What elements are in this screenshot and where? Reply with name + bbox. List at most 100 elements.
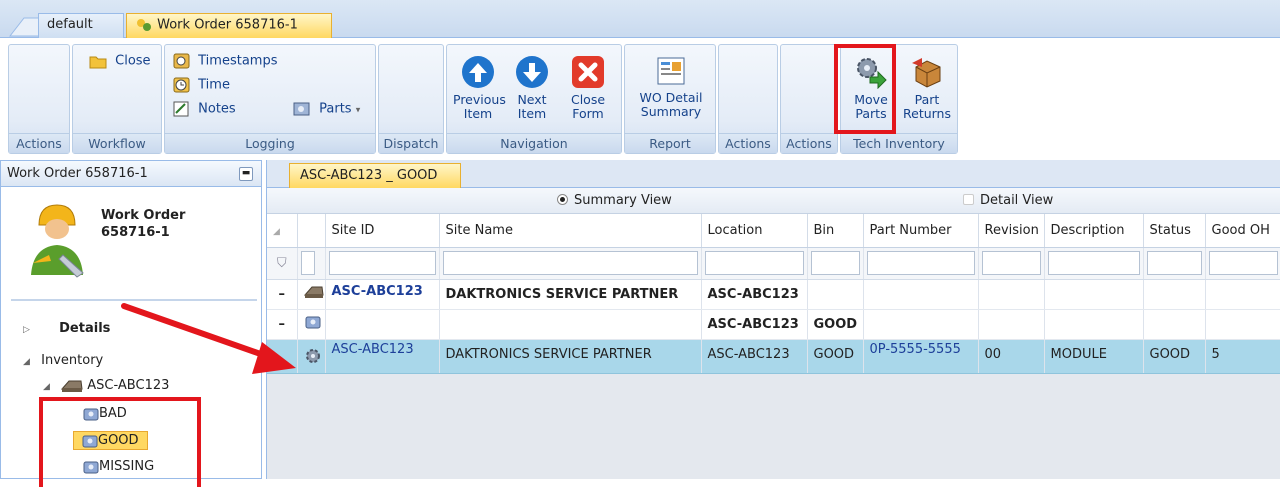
close-button[interactable]: Close (89, 53, 151, 69)
ribbon-group-navigation: Previous Item Next Item Close Form Navig… (446, 44, 622, 154)
technician-avatar-icon (31, 204, 84, 278)
filter-revision[interactable] (978, 247, 1045, 280)
close-form-button[interactable]: Close Form (563, 55, 613, 121)
collapse-group-button[interactable]: – (267, 309, 298, 340)
part-returns-box-icon (912, 58, 941, 88)
summary-view-radio[interactable]: Summary View (557, 193, 672, 208)
row-spacer (267, 339, 298, 374)
timestamps-label: Timestamps (198, 53, 278, 69)
collapse-group-button[interactable]: – (267, 279, 298, 310)
filter-bin[interactable] (807, 247, 864, 280)
column-header-location[interactable]: Location (701, 214, 808, 248)
cell-site-name: DAKTRONICS SERVICE PARTNER (439, 339, 702, 374)
ribbon-group-actions-3: Actions (780, 44, 838, 154)
tree-item-inventory-label: Inventory (41, 353, 104, 368)
group-row-site[interactable]: – ASC-ABC123 DAKTRONICS SERVICE PARTNER … (267, 279, 1280, 310)
cell-part-number[interactable]: 0P-5555-5555 (863, 339, 979, 374)
row-icon-cell (297, 339, 326, 374)
chevron-right-icon: ▷ (23, 325, 30, 335)
column-header-good-oh[interactable]: Good OH (1205, 214, 1280, 248)
ribbon-group-label: Navigation (447, 133, 621, 153)
radio-unselected-icon (963, 194, 974, 205)
column-header-bin[interactable]: Bin (807, 214, 864, 248)
collapse-icon[interactable]: ▬ (239, 167, 253, 181)
chevron-down-icon: ▾ (355, 105, 361, 116)
arrow-down-icon (516, 56, 548, 88)
tab-work-order-label: Work Order 658716-1 (157, 17, 298, 33)
expanded-arrow-icon: ◢ (23, 357, 30, 367)
work-order-title-line-2: 658716-1 (101, 225, 170, 240)
main-content: ASC-ABC123 _ GOOD Summary View Detail Vi… (266, 160, 1280, 479)
tab-bin-good[interactable]: ASC-ABC123 _ GOOD (289, 163, 461, 188)
group-site-name: DAKTRONICS SERVICE PARTNER (439, 279, 702, 310)
row-icon-header (297, 214, 326, 248)
ribbon-group-workflow: Close Workflow (72, 44, 162, 154)
previous-item-label-2: Item (463, 106, 493, 121)
filter-site-name[interactable] (439, 247, 702, 280)
filter-part-number[interactable] (863, 247, 979, 280)
filter-location[interactable] (701, 247, 808, 280)
time-button[interactable]: Time (173, 77, 230, 93)
ribbon-group-label: Tech Inventory (841, 133, 957, 153)
clock-icon (173, 77, 190, 93)
ribbon-group-logging: Timestamps Time Notes Parts ▾ Logging (164, 44, 376, 154)
panel-divider (11, 299, 257, 301)
column-header-part-number[interactable]: Part Number (863, 214, 979, 248)
grid-header-row: ◢ Site ID Site Name Location Bin Part Nu… (267, 214, 1280, 248)
filter-description[interactable] (1044, 247, 1144, 280)
ribbon-group-label: Logging (165, 133, 375, 153)
filter-good-oh[interactable] (1205, 247, 1280, 280)
table-row[interactable]: ASC-ABC123 DAKTRONICS SERVICE PARTNER AS… (267, 339, 1280, 374)
parts-dropdown-button[interactable]: Parts ▾ (293, 101, 360, 117)
part-returns-button[interactable]: Part Returns (901, 55, 953, 121)
bins-highlight-box (39, 397, 201, 487)
group-row-bin[interactable]: – ASC-ABC123 GOOD (267, 309, 1280, 340)
ribbon-group-report: WO Detail Summary Report (624, 44, 716, 154)
bin-icon (305, 316, 320, 329)
filter-site-id[interactable] (325, 247, 440, 280)
grid-tab-bar: ASC-ABC123 _ GOOD (267, 160, 1280, 188)
column-header-description[interactable]: Description (1044, 214, 1144, 248)
column-header-status[interactable]: Status (1143, 214, 1206, 248)
ribbon-group-label: Actions (781, 133, 837, 153)
detail-view-radio[interactable]: Detail View (963, 193, 1053, 208)
work-order-tab-icon (137, 19, 151, 31)
work-order-title: Work Order 658716-1 (101, 207, 185, 241)
previous-item-button[interactable]: Previous Item (453, 55, 506, 121)
ribbon-group-actions-2: Actions (718, 44, 778, 154)
cell-status: GOOD (1143, 339, 1206, 374)
filter-cell-blank (297, 247, 326, 280)
tree-item-inventory[interactable]: ◢ Inventory (23, 353, 103, 368)
cell-good-oh: 5 (1205, 339, 1280, 374)
close-form-label-2: Form (572, 106, 604, 121)
view-toggle-bar: Summary View Detail View (267, 188, 1280, 214)
parts-label: Parts (319, 101, 352, 117)
filter-icon[interactable]: ⛉ (267, 247, 298, 280)
tree-item-site[interactable]: ◢ ASC-ABC123 (43, 378, 169, 393)
notes-icon (173, 101, 189, 117)
ribbon-group-label: Actions (9, 133, 69, 153)
ribbon-group-label: Report (625, 133, 715, 153)
next-item-button[interactable]: Next Item (509, 55, 555, 121)
truck-icon (61, 380, 83, 392)
cell-site-id[interactable]: ASC-ABC123 (325, 339, 440, 374)
tab-default[interactable]: default (38, 13, 124, 38)
expanded-arrow-icon: ◢ (43, 382, 50, 392)
wo-detail-summary-button[interactable]: WO Detail Summary (629, 55, 713, 119)
group-expander-header: ◢ (267, 214, 298, 248)
gear-icon (305, 348, 320, 363)
column-header-site-name[interactable]: Site Name (439, 214, 702, 248)
sort-corner-icon: ◢ (273, 226, 280, 237)
notes-button[interactable]: Notes (173, 101, 236, 117)
next-item-label-2: Item (517, 106, 547, 121)
timestamps-button[interactable]: Timestamps (173, 53, 277, 69)
tree-item-details[interactable]: ▷ Details (23, 321, 110, 336)
tab-work-order[interactable]: Work Order 658716-1 (126, 13, 332, 38)
group-site-id[interactable]: ASC-ABC123 (325, 279, 440, 310)
filter-status[interactable] (1143, 247, 1206, 280)
column-header-revision[interactable]: Revision (978, 214, 1045, 248)
cell-revision: 00 (978, 339, 1045, 374)
column-header-site-id[interactable]: Site ID (325, 214, 440, 248)
group-location: ASC-ABC123 (701, 309, 808, 340)
folder-icon (89, 56, 107, 69)
